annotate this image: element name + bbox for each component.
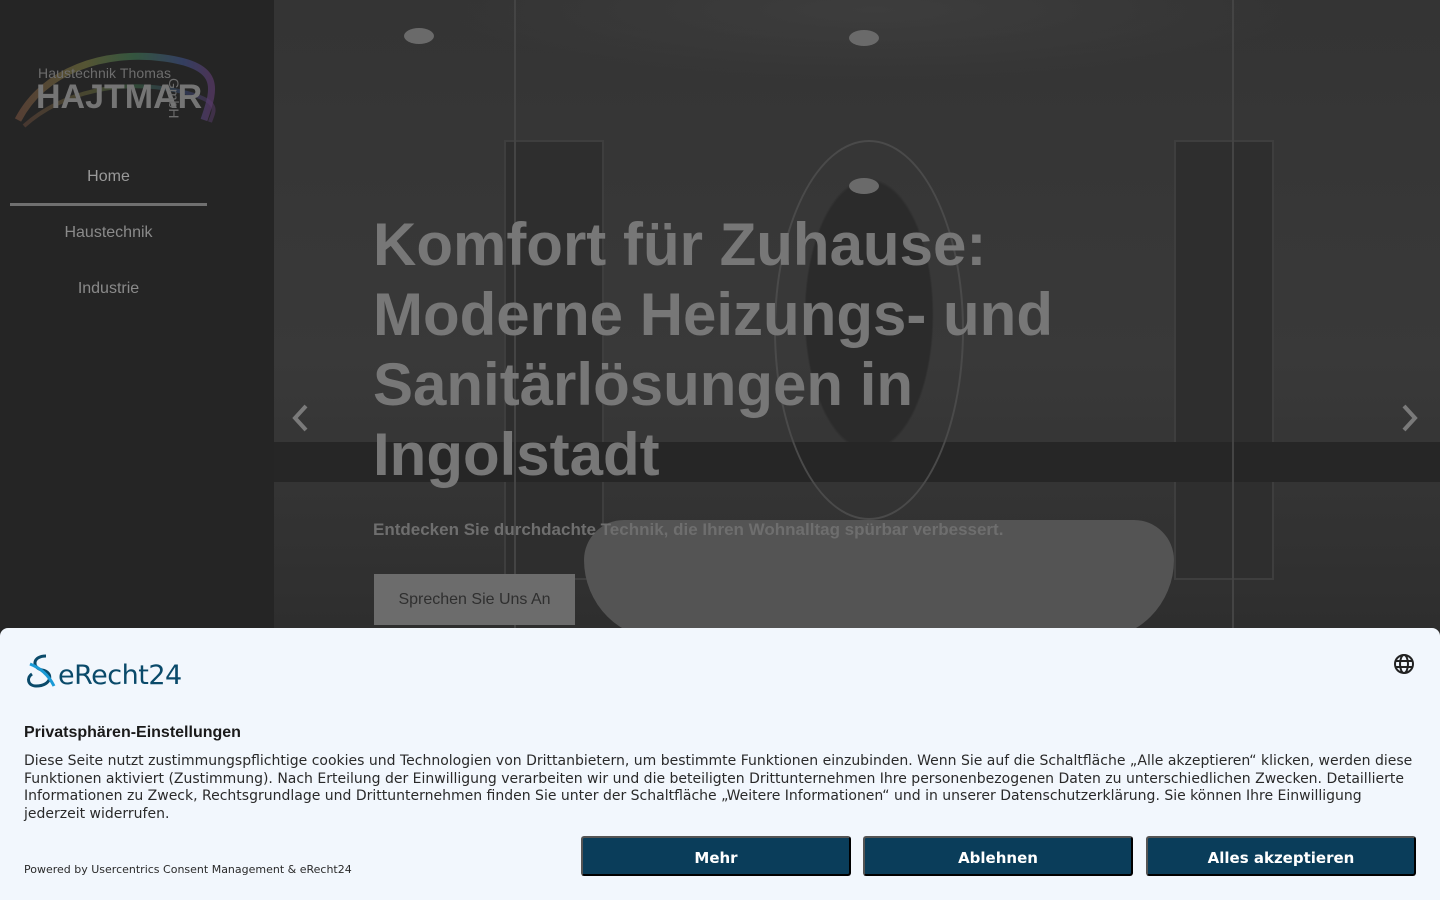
globe-icon [1394,654,1414,674]
main-nav: Home Haustechnik Industrie [10,150,207,318]
erecht24-brand: eRecht24 [58,660,182,691]
nav-item-home[interactable]: Home [10,150,207,206]
slider-next-button[interactable] [1394,400,1424,436]
hero-title: Komfort für Zuhause: Moderne Heizungs- u… [373,211,1053,488]
slider-prev-button[interactable] [286,400,316,436]
nav-item-industrie[interactable]: Industrie [10,262,207,318]
language-button[interactable] [1392,652,1416,676]
chevron-right-icon [1402,404,1418,432]
erecht24-mark-icon [27,654,56,688]
powered-by-text: Powered by Usercentrics Consent Manageme… [24,863,352,876]
cookie-consent-banner: eRecht24 Privatsphären-Einstellungen Die… [0,628,1440,900]
nav-item-haustechnik[interactable]: Haustechnik [10,206,207,262]
decline-button[interactable]: Ablehnen [863,836,1133,876]
chevron-left-icon [292,404,308,432]
contact-cta-button[interactable]: Sprechen Sie Uns An [374,574,575,625]
logo-suffix: GmbH [166,78,182,119]
consent-description: Diese Seite nutzt zustimmungspflichtige … [24,753,1413,822]
more-button[interactable]: Mehr [581,836,851,876]
erecht24-logo: eRecht24 [24,652,194,691]
accept-all-button[interactable]: Alles akzeptieren [1146,836,1416,876]
consent-title: Privatsphären-Einstellungen [24,724,241,741]
company-logo[interactable]: Haustechnik Thomas HAJTMAR GmbH [14,50,219,132]
hero-subtitle: Entdecken Sie durchdachte Technik, die I… [373,520,1004,539]
